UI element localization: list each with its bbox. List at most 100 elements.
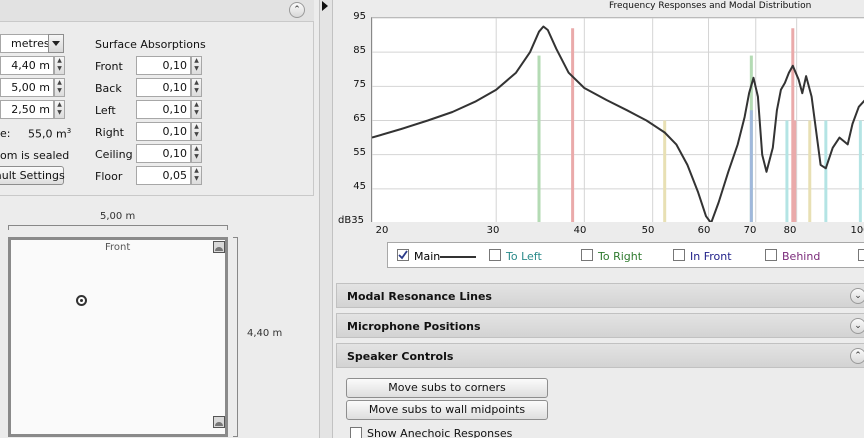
modal-resonance-line	[663, 120, 667, 222]
anechoic-label: Show Anechoic Responses	[367, 427, 513, 438]
room-width-label: 5,00 m	[100, 211, 136, 222]
check-icon	[398, 250, 408, 260]
microphone-positions-section[interactable]: Microphone Positions ⌄	[336, 313, 864, 338]
height-spinner[interactable]: ▲ ▼	[54, 100, 65, 119]
extra-checkbox[interactable]	[858, 249, 864, 261]
speaker-controls-section[interactable]: Speaker Controls ⌃	[336, 343, 864, 368]
volume-label: e:	[0, 127, 11, 140]
y-tick-label: 85	[353, 45, 366, 56]
absorption-label-back: Back	[95, 82, 122, 95]
y-tick-label: 65	[353, 113, 366, 124]
volume-value: 55,0 m3	[28, 127, 72, 141]
expand-down-icon[interactable]: ⌄	[850, 318, 864, 334]
section-title: Modal Resonance Lines	[347, 290, 492, 303]
modal-resonance-line	[808, 120, 812, 222]
width-field[interactable]: 5,00 m	[0, 78, 54, 97]
absorption-label-right: Right	[95, 126, 124, 139]
width-dimension-line	[8, 225, 228, 230]
y-tick-label: 75	[353, 79, 366, 90]
x-tick-label: 80	[783, 225, 797, 236]
absorption-front-field[interactable]: 0,10	[136, 56, 191, 75]
chevron-down-icon[interactable]	[48, 34, 64, 53]
room-sealed-label: om is sealed	[0, 149, 70, 162]
legend-label-to-right: To Right	[598, 250, 643, 263]
modal-resonance-line	[858, 120, 862, 222]
length-spinner[interactable]: ▲ ▼	[54, 56, 65, 75]
chart-title: Frequency Responses and Modal Distributi…	[609, 1, 812, 11]
modal-resonance-line	[824, 120, 828, 222]
main-checkbox[interactable]	[397, 249, 409, 261]
collapse-up-icon[interactable]: ⌃	[850, 348, 864, 364]
legend-main-line-swatch	[440, 256, 476, 258]
legend-label-in-front: In Front	[690, 250, 732, 263]
speaker-icon[interactable]	[213, 241, 225, 253]
absorption-front-spinner[interactable]: ▲ ▼	[191, 56, 202, 75]
modal-resonance-line	[793, 120, 797, 222]
move-subs-midpoints-button[interactable]: Move subs to wall midpoints	[346, 400, 548, 420]
absorption-back-field[interactable]: 0,10	[136, 78, 191, 97]
absorption-right-field[interactable]: 0,10	[136, 122, 191, 141]
room-dimensions-box: metres 4,40 m ▲ ▼ 5,00 m ▲ ▼ 2,50 m ▲ ▼ e: …	[0, 22, 314, 196]
absorption-floor-field[interactable]: 0,05	[136, 166, 191, 185]
absorption-back-spinner[interactable]: ▲ ▼	[191, 78, 202, 97]
y-tick-label: 55	[353, 147, 366, 158]
move-subs-corners-button[interactable]: Move subs to corners	[346, 378, 548, 398]
absorption-floor-spinner[interactable]: ▲ ▼	[191, 166, 202, 185]
absorption-label-floor: Floor	[95, 170, 123, 183]
behind-checkbox[interactable]	[765, 249, 777, 261]
absorption-ceiling-spinner[interactable]: ▲ ▼	[191, 144, 202, 163]
modal-resonance-section[interactable]: Modal Resonance Lines ⌄	[336, 283, 864, 308]
section-title: Microphone Positions	[347, 320, 481, 333]
length-field[interactable]: 4,40 m	[0, 56, 54, 75]
plot-svg	[372, 18, 864, 222]
units-select[interactable]: metres	[0, 34, 50, 53]
in-front-checkbox[interactable]	[673, 249, 685, 261]
absorption-label-front: Front	[95, 60, 123, 73]
x-tick-label: 20	[375, 225, 389, 236]
height-field[interactable]: 2,50 m	[0, 100, 54, 119]
depth-dimension-line	[233, 237, 238, 437]
modal-resonance-line	[785, 120, 789, 222]
width-spinner[interactable]: ▲ ▼	[54, 78, 65, 97]
x-tick-label: 50	[641, 225, 655, 236]
legend-label-to-left: To Left	[506, 250, 542, 263]
split-divider[interactable]	[319, 0, 333, 438]
room-plan-area: 5,00 m 4,40 m Front	[0, 205, 319, 438]
modal-resonance-line	[749, 110, 753, 222]
room-front-label: Front	[105, 242, 131, 253]
default-settings-button[interactable]: ault Settings	[0, 166, 65, 185]
absorption-label-left: Left	[95, 104, 116, 117]
y-tick-label: 35	[351, 215, 364, 226]
legend-label-main: Main	[414, 250, 441, 263]
absorption-left-spinner[interactable]: ▲ ▼	[191, 100, 202, 119]
absorption-right-spinner[interactable]: ▲ ▼	[191, 122, 202, 141]
room-plan[interactable]: Front	[8, 237, 228, 437]
to-right-checkbox[interactable]	[581, 249, 593, 261]
absorption-left-field[interactable]: 0,10	[136, 100, 191, 119]
expand-down-icon[interactable]: ⌄	[850, 288, 864, 304]
absorptions-title: Surface Absorptions	[95, 38, 206, 51]
modal-resonance-line	[571, 28, 575, 222]
chart-legend: Main To Left To Right In Front Behind	[387, 242, 864, 268]
x-tick-label: 30	[486, 225, 500, 236]
absorption-label-ceiling: Ceiling	[95, 148, 133, 161]
arrow-right-icon[interactable]	[322, 1, 328, 11]
x-tick-label: 60	[697, 225, 711, 236]
section-title: Speaker Controls	[347, 350, 454, 363]
legend-label-behind: Behind	[782, 250, 821, 263]
x-tick-label: 70	[743, 225, 757, 236]
x-tick-label: 40	[573, 225, 587, 236]
modal-resonance-line	[537, 55, 541, 222]
anechoic-checkbox[interactable]	[350, 427, 362, 438]
collapse-up-icon[interactable]: ⌃	[289, 2, 305, 18]
main-response-line	[372, 25, 864, 222]
to-left-checkbox[interactable]	[489, 249, 501, 261]
absorption-ceiling-field[interactable]: 0,10	[136, 144, 191, 163]
speaker-icon[interactable]	[213, 416, 225, 428]
room-depth-label: 4,40 m	[247, 328, 283, 339]
frequency-response-plot[interactable]	[371, 17, 864, 222]
y-tick-label: 45	[353, 181, 366, 192]
panel-header: ⌃	[0, 0, 314, 22]
microphone-icon[interactable]	[76, 295, 87, 306]
x-tick-label: 100	[850, 225, 864, 236]
